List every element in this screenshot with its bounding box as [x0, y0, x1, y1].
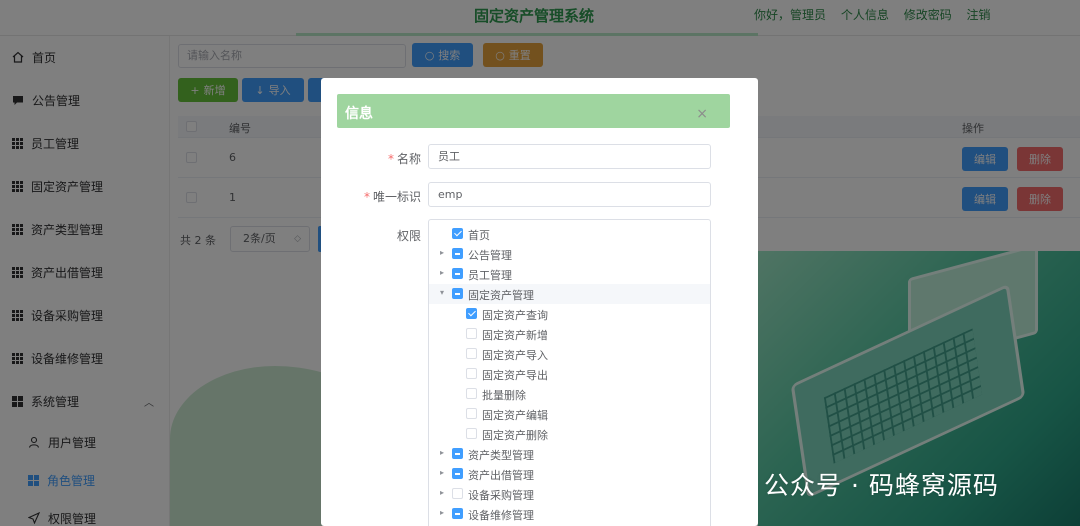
- tree-node[interactable]: ▸ 员工管理: [429, 264, 710, 284]
- permission-label: 权限: [396, 229, 421, 243]
- tree-node-checkbox[interactable]: [452, 228, 463, 239]
- wechat-icon: [722, 471, 756, 497]
- dialog-title: 信息: [345, 106, 373, 122]
- tree-node-label: 固定资产导出: [482, 369, 548, 382]
- tree-node[interactable]: 固定资产导出: [429, 364, 710, 384]
- tree-node[interactable]: ▾ 固定资产管理: [429, 284, 710, 304]
- tree-node-checkbox[interactable]: [466, 408, 477, 419]
- caret-right-icon[interactable]: ▸: [440, 488, 444, 497]
- tree-node-label: 设备维修管理: [468, 509, 534, 522]
- tree-node-checkbox[interactable]: [466, 328, 477, 339]
- info-dialog: 信息 × * 名称 员工 * 唯一标识 emp 权限 首页 ▸ 公告管理 ▸ 员工管理 ▾ 固定…: [321, 78, 758, 526]
- tree-node-checkbox[interactable]: [452, 508, 463, 519]
- tree-node-checkbox[interactable]: [466, 428, 477, 439]
- caret-right-icon[interactable]: ▸: [440, 248, 444, 257]
- tree-node[interactable]: 固定资产新增: [429, 324, 710, 344]
- tree-node-label: 批量删除: [482, 389, 526, 402]
- tree-node[interactable]: 固定资产删除: [429, 424, 710, 444]
- tree-node[interactable]: ▸ 设备维修管理: [429, 504, 710, 524]
- tree-node-label: 首页: [468, 229, 490, 242]
- tree-node-label: 固定资产管理: [468, 289, 534, 302]
- tree-node-checkbox[interactable]: [452, 288, 463, 299]
- tree-node[interactable]: ▸ 公告管理: [429, 244, 710, 264]
- tree-node[interactable]: ▸ 资产类型管理: [429, 444, 710, 464]
- tree-node-label: 固定资产导入: [482, 349, 548, 362]
- tree-node-label: 固定资产新增: [482, 329, 548, 342]
- tree-node[interactable]: 固定资产导入: [429, 344, 710, 364]
- caret-right-icon[interactable]: ▸: [440, 268, 444, 277]
- tree-node[interactable]: 首页: [429, 224, 710, 244]
- tree-node-checkbox[interactable]: [452, 448, 463, 459]
- tree-node-checkbox[interactable]: [466, 308, 477, 319]
- tree-node-checkbox[interactable]: [452, 248, 463, 259]
- tree-node-label: 固定资产查询: [482, 309, 548, 322]
- tree-node-label: 固定资产删除: [482, 429, 548, 442]
- watermark-text: 公众号 · 码蜂窝源码: [764, 471, 999, 500]
- tree-node-label: 资产类型管理: [468, 449, 534, 462]
- tree-node-label: 资产出借管理: [468, 469, 534, 482]
- tree-node-checkbox[interactable]: [452, 488, 463, 499]
- close-icon[interactable]: ×: [696, 106, 708, 122]
- tree-node-label: 设备采购管理: [468, 489, 534, 502]
- caret-right-icon[interactable]: ▸: [440, 468, 444, 477]
- tree-node-checkbox[interactable]: [466, 348, 477, 359]
- dialog-header: 信息 ×: [337, 94, 730, 128]
- tree-node[interactable]: 批量删除: [429, 384, 710, 404]
- tree-node-checkbox[interactable]: [466, 368, 477, 379]
- name-label: * 名称: [387, 152, 421, 166]
- tree-node-checkbox[interactable]: [452, 468, 463, 479]
- key-label: * 唯一标识: [363, 190, 421, 204]
- caret-down-icon[interactable]: ▾: [440, 288, 444, 297]
- tree-node[interactable]: ▸ 资产出借管理: [429, 464, 710, 484]
- key-field[interactable]: emp: [428, 182, 711, 207]
- tree-node-checkbox[interactable]: [466, 388, 477, 399]
- tree-node-label: 公告管理: [468, 249, 512, 262]
- tree-node-label: 员工管理: [468, 269, 512, 282]
- permission-tree: 首页 ▸ 公告管理 ▸ 员工管理 ▾ 固定资产管理 固定资产查询 固定资产新增 固定资产导入 固定资…: [428, 219, 711, 526]
- tree-node[interactable]: ▸ 设备采购管理: [429, 484, 710, 504]
- tree-node[interactable]: 固定资产查询: [429, 304, 710, 324]
- caret-right-icon[interactable]: ▸: [440, 508, 444, 517]
- watermark: 公众号 · 码蜂窝源码: [722, 466, 999, 502]
- name-field[interactable]: 员工: [428, 144, 711, 169]
- tree-node-checkbox[interactable]: [452, 268, 463, 279]
- tree-node[interactable]: 固定资产编辑: [429, 404, 710, 424]
- caret-right-icon[interactable]: ▸: [440, 448, 444, 457]
- tree-node-label: 固定资产编辑: [482, 409, 548, 422]
